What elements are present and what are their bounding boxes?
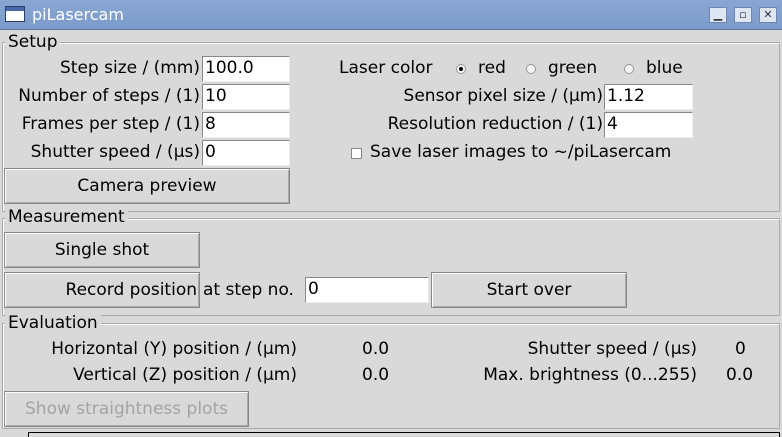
camera-preview-button[interactable]: Camera preview [4, 168, 290, 204]
app-icon [5, 6, 25, 22]
eval-shutter-speed-label: Shutter speed / (µs) [527, 339, 697, 359]
num-steps-input[interactable]: 10 [202, 84, 290, 110]
start-over-button[interactable]: Start over [431, 272, 627, 308]
pixel-size-input[interactable]: 1.12 [604, 84, 693, 110]
title-bar[interactable]: piLasercam ▁ ▫ ✕ [0, 0, 782, 30]
at-step-label: at step no. [203, 280, 294, 300]
vertical-position-label: Vertical (Z) position / (µm) [73, 365, 297, 385]
pixel-size-label: Sensor pixel size / (µm) [403, 86, 603, 106]
max-brightness-value: 0.0 [726, 365, 754, 385]
setup-label: Setup [5, 32, 61, 52]
evaluation-label: Evaluation [5, 313, 101, 333]
radio-red-label[interactable]: red [478, 58, 506, 78]
eval-shutter-speed-value: 0 [735, 339, 746, 359]
shutter-speed-label: Shutter speed / (µs) [30, 142, 200, 162]
save-images-label[interactable]: Save laser images to ~/piLasercam [370, 142, 671, 162]
radio-red[interactable] [456, 64, 466, 74]
horizontal-position-value: 0.0 [362, 339, 390, 359]
step-no-input[interactable]: 0 [305, 277, 429, 303]
step-size-input[interactable]: 100.0 [202, 56, 290, 82]
close-icon[interactable]: ✕ [759, 7, 777, 23]
resolution-reduction-label: Resolution reduction / (1) [387, 114, 603, 134]
laser-color-label: Laser color [339, 58, 433, 78]
radio-green-label[interactable]: green [548, 58, 597, 78]
resolution-reduction-input[interactable]: 4 [604, 112, 693, 138]
minimize-icon[interactable]: ▁ [709, 7, 727, 23]
show-straightness-plots-button[interactable]: Show straightness plots [4, 391, 249, 427]
frames-per-step-input[interactable]: 8 [202, 112, 290, 138]
measurement-label: Measurement [5, 207, 128, 227]
save-images-checkbox[interactable] [351, 148, 362, 159]
window-title: piLasercam [32, 5, 124, 24]
frames-per-step-label: Frames per step / (1) [21, 114, 200, 134]
horizontal-position-label: Horizontal (Y) position / (µm) [51, 339, 297, 359]
single-shot-button[interactable]: Single shot [4, 232, 200, 268]
num-steps-label: Number of steps / (1) [18, 86, 200, 106]
radio-green[interactable] [526, 64, 536, 74]
radio-blue[interactable] [624, 64, 634, 74]
vertical-position-value: 0.0 [362, 365, 390, 385]
record-position-button[interactable]: Record position [4, 272, 200, 308]
step-size-label: Step size / (mm) [60, 58, 200, 78]
maximize-icon[interactable]: ▫ [734, 7, 752, 23]
shutter-speed-input[interactable]: 0 [202, 140, 290, 166]
window-bottom-edge [28, 432, 780, 437]
max-brightness-label: Max. brightness (0...255) [483, 365, 697, 385]
radio-blue-label[interactable]: blue [646, 58, 683, 78]
